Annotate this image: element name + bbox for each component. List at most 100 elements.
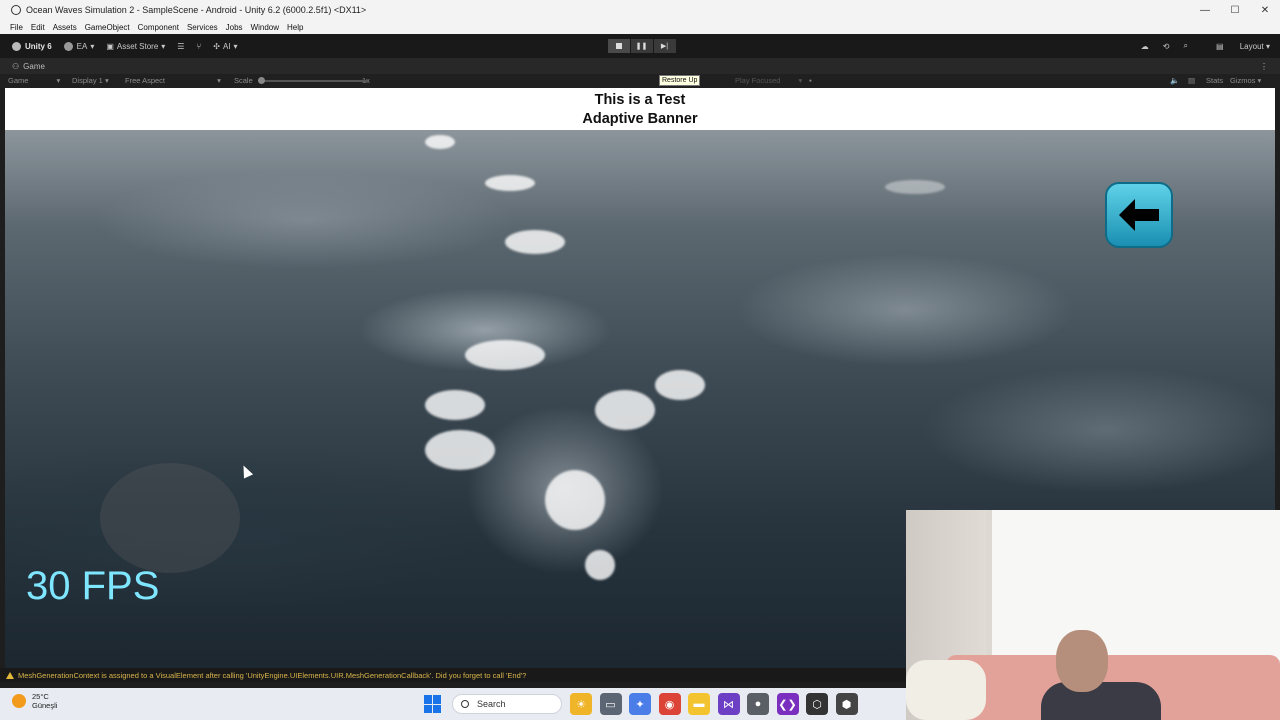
user-dropdown[interactable]: EA ▾ <box>63 41 94 51</box>
play-controls: ❚❚ ▶| <box>608 39 677 53</box>
menu-jobs[interactable]: Jobs <box>226 23 243 32</box>
layout-dropdown[interactable]: ▤ Layout ▾ <box>1202 42 1270 51</box>
play-focused-dropdown[interactable]: Play Focused ▾ <box>735 76 802 85</box>
ai-icon: ✣ <box>213 41 220 51</box>
task-view-icon[interactable]: ▭ <box>599 693 622 715</box>
menu-gameobject[interactable]: GameObject <box>85 23 130 32</box>
taskbar-apps: Search ☀ ▭ ✦ ◉ ▬ ⋈ ● ❮❯ ⬡ ⬢ <box>424 693 865 715</box>
pause-icon: ❚❚ <box>635 43 648 50</box>
aspect-label: Free Aspect <box>125 76 166 85</box>
display-dropdown[interactable]: Display 1 ▾ <box>72 76 109 85</box>
file-explorer-icon[interactable]: ▬ <box>688 693 710 715</box>
chevron-down-icon: ▾ <box>798 76 803 85</box>
search-icon <box>461 700 469 708</box>
copilot-icon[interactable]: ✦ <box>629 693 651 715</box>
wave-foam <box>465 340 545 370</box>
webcam-pillow <box>906 660 986 720</box>
window-title: Ocean Waves Simulation 2 - SampleScene -… <box>26 5 367 15</box>
stats-button[interactable]: Stats <box>1206 76 1223 85</box>
webcam-person-body <box>1041 682 1161 720</box>
menu-assets[interactable]: Assets <box>53 23 77 32</box>
menu-help[interactable]: Help <box>287 23 303 32</box>
scale-label: Scale <box>234 76 253 85</box>
mute-toggle-icon[interactable]: ▪ <box>809 76 812 85</box>
toolbar-right: ☁ ⟲ ⌕ ▤ Layout ▾ <box>1127 34 1270 58</box>
account-label: Unity 6 <box>25 41 52 51</box>
tab-game[interactable]: ⚇ Game ⋮ <box>0 58 1280 74</box>
chevron-down-icon: ▾ <box>56 76 61 85</box>
menu-services[interactable]: Services <box>187 23 218 32</box>
back-button[interactable] <box>1105 182 1173 248</box>
visual-studio-icon[interactable]: ⋈ <box>717 693 740 715</box>
wave-foam <box>545 470 605 530</box>
unity-hub-icon[interactable]: ⬡ <box>806 693 828 715</box>
cloud-icon[interactable]: ☁ <box>1141 42 1149 51</box>
chrome-icon[interactable]: ◉ <box>658 693 681 715</box>
wave-foam <box>505 230 565 254</box>
console-message: MeshGenerationContext is assigned to a V… <box>18 670 527 680</box>
menu-edit[interactable]: Edit <box>31 23 45 32</box>
search-placeholder: Search <box>477 699 506 709</box>
history-icon[interactable]: ⟲ <box>1163 42 1170 51</box>
gizmos-label: Gizmos <box>1230 76 1256 85</box>
account-button[interactable]: Unity 6 <box>12 41 52 51</box>
services-button[interactable]: ☰ <box>177 42 184 51</box>
stats-icon[interactable]: ▤ <box>1188 76 1195 85</box>
chevron-down-icon: ▾ <box>161 41 166 51</box>
visual-studio-code-icon[interactable]: ❮❯ <box>776 693 799 715</box>
menu-file[interactable]: File <box>10 23 23 32</box>
close-button[interactable]: ✕ <box>1250 0 1280 20</box>
recorder-app-icon[interactable]: ● <box>747 693 769 715</box>
taskbar-search[interactable]: Search <box>452 694 562 714</box>
audio-icon[interactable]: 🔈 <box>1170 76 1179 85</box>
layout-icon: ▤ <box>1215 41 1226 51</box>
play-focused-label: Play Focused <box>735 76 781 85</box>
branch-icon: ⑂ <box>196 41 202 51</box>
banner-line-2: Adaptive Banner <box>582 110 698 127</box>
virtual-joystick[interactable] <box>100 463 240 573</box>
bag-icon: ▣ <box>106 41 114 51</box>
widgets-app-icon[interactable]: ☀ <box>570 693 592 715</box>
fps-counter: 30 FPS <box>26 564 160 608</box>
gizmos-button[interactable]: Gizmos ▾ <box>1230 76 1261 85</box>
more-options-icon[interactable]: ⋮ <box>1260 62 1268 71</box>
search-icon[interactable]: ⌕ <box>1183 41 1187 51</box>
banner-line-1: This is a Test <box>594 92 686 108</box>
menu-component[interactable]: Component <box>138 23 179 32</box>
webcam-person-head <box>1056 630 1108 692</box>
weather-widget[interactable]: 25°C Güneşli <box>12 692 57 710</box>
menu-window[interactable]: Window <box>251 23 279 32</box>
wave-foam <box>885 180 945 194</box>
maximize-button[interactable]: ☐ <box>1220 0 1250 20</box>
tab-game-label: Game <box>23 61 45 71</box>
unity-icon <box>12 41 21 51</box>
ai-dropdown[interactable]: ✣ AI ▾ <box>213 42 237 51</box>
version-control-button[interactable]: ⑂ <box>196 42 201 51</box>
layout-label: Layout <box>1239 41 1264 51</box>
aspect-dropdown[interactable]: Free Aspect ▾ <box>125 76 221 85</box>
user-icon <box>63 41 73 51</box>
stop-button[interactable] <box>608 39 630 53</box>
chevron-down-icon: ▾ <box>217 76 221 85</box>
adaptive-banner-ad[interactable]: This is a Test Adaptive Banner <box>5 88 1275 130</box>
chevron-down-icon: ▾ <box>233 41 238 51</box>
webcam-window <box>986 510 1280 660</box>
wave-foam <box>425 430 495 470</box>
user-label: EA <box>76 41 88 51</box>
unity-editor-icon[interactable]: ⬢ <box>835 693 858 715</box>
weather-temp: 25°C <box>32 692 49 701</box>
wave-foam <box>425 135 455 149</box>
game-mode-dropdown[interactable]: Game ▾ <box>8 76 60 85</box>
step-button[interactable]: ▶| <box>654 39 676 53</box>
cloud-services-icon: ☰ <box>177 41 185 51</box>
asset-store-label: Asset Store <box>116 41 159 51</box>
windows-start-button[interactable] <box>424 695 442 713</box>
pause-button[interactable]: ❚❚ <box>631 39 653 53</box>
webcam-overlay <box>906 510 1280 720</box>
minimize-button[interactable]: — <box>1190 0 1220 20</box>
scale-slider-knob[interactable] <box>258 77 265 84</box>
wave-foam <box>485 175 535 191</box>
asset-store-dropdown[interactable]: ▣ Asset Store ▾ <box>106 42 165 51</box>
scale-slider[interactable] <box>258 77 368 84</box>
wave-foam <box>595 390 655 430</box>
